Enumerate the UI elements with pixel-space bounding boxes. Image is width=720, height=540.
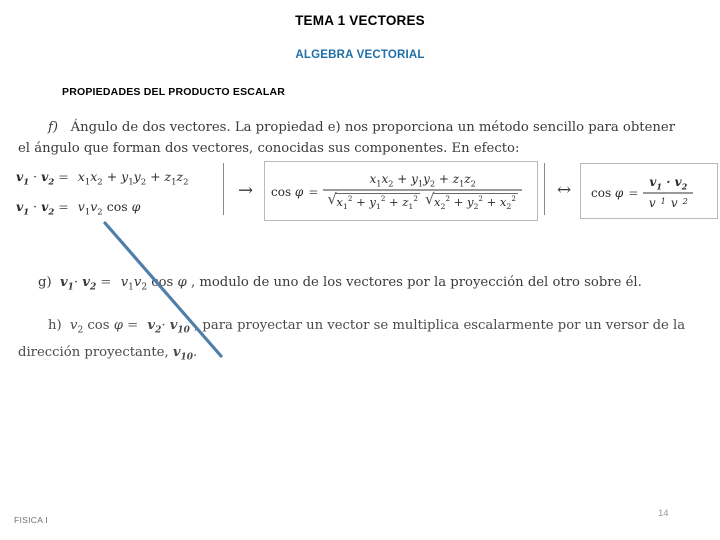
center-numerator: x1x2 + y1y2 + z1z2 [369, 172, 476, 189]
center-equals: = [308, 184, 319, 199]
right-numerator: v1 · v2 [649, 175, 688, 192]
blue-diagonal-annotation-line [103, 221, 223, 358]
paragraph-h-label: h) [48, 318, 62, 333]
paragraph-f: f) Ángulo de dos vectores. La propiedad … [18, 117, 708, 159]
right-denominator: v1v2 [648, 196, 688, 211]
page-title: TEMA 1 VECTORES [295, 13, 425, 28]
equation-left-line1: v1 · v2 = x1x2 + y1y2 + z1z2 [16, 169, 189, 188]
center-fraction: x1x2 + y1y2 + z1z2 x12 + y12 + z12 x22 +… [323, 172, 522, 212]
right-formula: cos φ = v1 · v2 v1v2 [591, 175, 694, 211]
sqrt-term-2: x22 + y22 + x22 [425, 192, 518, 212]
equation-left-pair: v1 · v2 = x1x2 + y1y2 + z1z2 v1 · v2 = v… [16, 165, 189, 224]
paragraph-g: g) v1· v2 = v1v2 cos φ , modulo de uno d… [38, 275, 642, 293]
paragraph-f-line2: el ángulo que forman dos vectores, conoc… [18, 141, 520, 156]
page-subtitle: ALGEBRA VECTORIAL [295, 49, 425, 61]
divider-left [223, 163, 224, 215]
paragraph-g-label: g) [38, 275, 52, 290]
right-formula-box: cos φ = v1 · v2 v1v2 [580, 163, 718, 219]
divider-right [544, 163, 545, 215]
right-cos-label: cos φ [591, 185, 624, 200]
paragraph-h: h) v2 cos φ = v2· v10 , para proyectar u… [18, 318, 686, 363]
right-equals: = [628, 185, 639, 200]
sqrt-term-1: x12 + y12 + z12 [327, 192, 420, 212]
equation-left-line2: v1 · v2 = v1v2 cos φ [16, 198, 141, 218]
center-denominator: x12 + y12 + z12 x22 + y22 + x22 [323, 191, 522, 212]
arrow-right-icon: → [238, 180, 254, 201]
center-formula-box: cos φ = x1x2 + y1y2 + z1z2 x12 + y12 + z… [264, 161, 538, 221]
slide-canvas: TEMA 1 VECTORES ALGEBRA VECTORIAL PROPIE… [0, 0, 720, 540]
paragraph-f-line1: Ángulo de dos vectores. La propiedad e) … [70, 120, 676, 135]
equation-row: v1 · v2 = x1x2 + y1y2 + z1z2 v1 · v2 = v… [16, 161, 718, 224]
footer-page-number: 14 [658, 508, 669, 519]
center-formula: cos φ = x1x2 + y1y2 + z1z2 x12 + y12 + z… [271, 172, 522, 212]
paragraph-f-label: f) [48, 120, 59, 135]
right-fraction: v1 · v2 v1v2 [643, 175, 694, 211]
center-cos-label: cos φ [271, 184, 304, 199]
footer-course-label: FISICA I [14, 515, 49, 525]
section-heading: PROPIEDADES DEL PRODUCTO ESCALAR [62, 86, 286, 98]
arrow-leftright-icon: ↔ [557, 180, 572, 200]
